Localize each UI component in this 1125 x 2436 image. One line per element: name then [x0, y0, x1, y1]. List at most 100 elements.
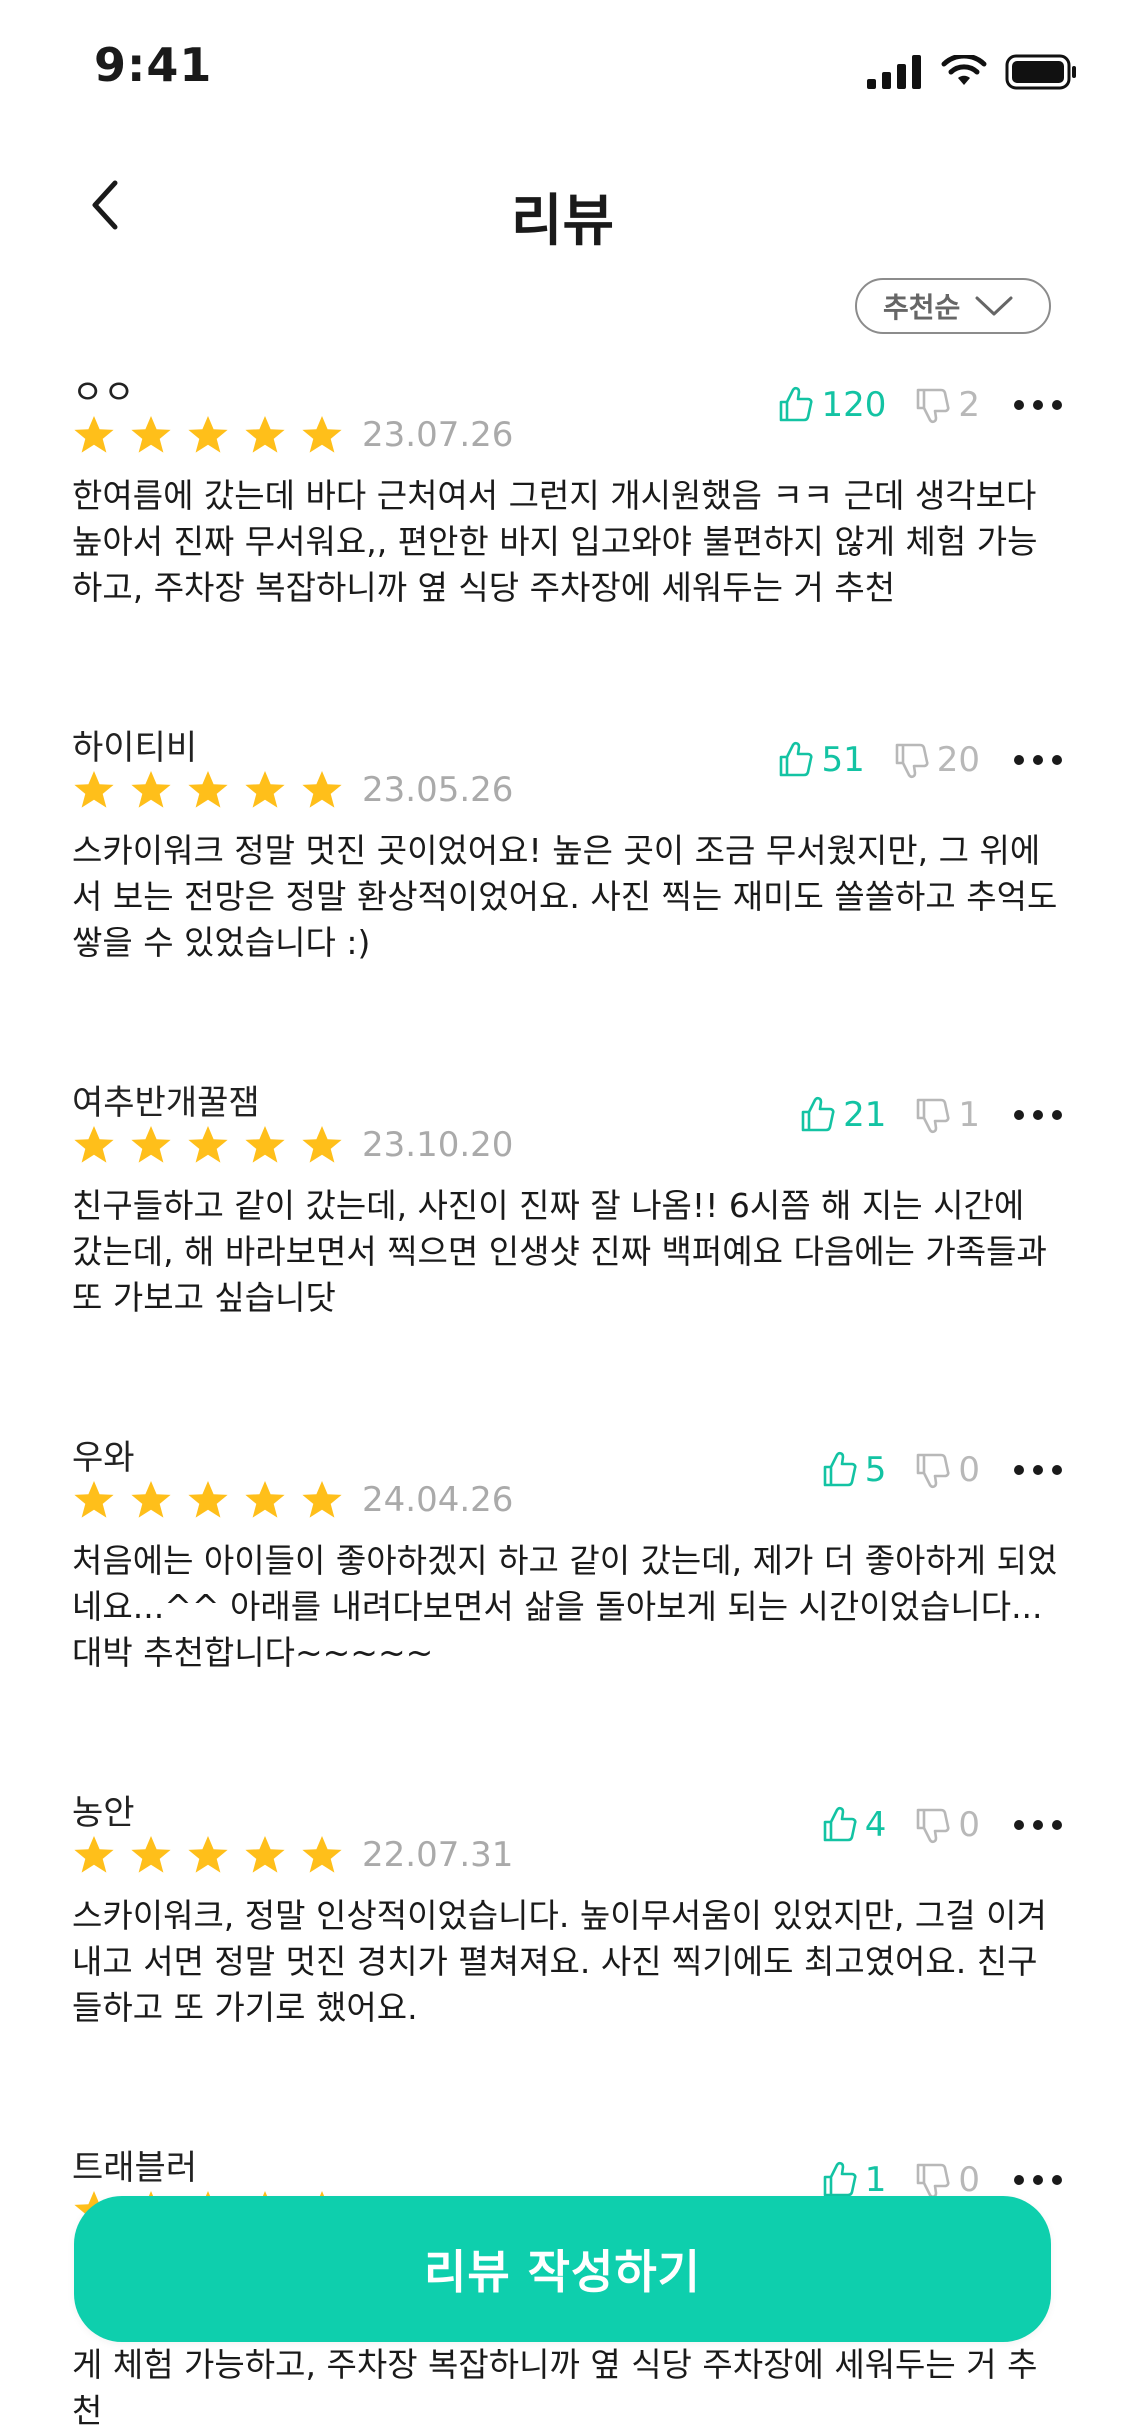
more-dot — [1052, 1110, 1062, 1120]
more-options-button[interactable] — [1014, 385, 1062, 425]
more-options-button[interactable] — [1014, 1450, 1062, 1490]
star-icon — [245, 1126, 285, 1163]
more-dot — [1052, 1820, 1062, 1830]
thumbs-down-icon — [917, 1098, 950, 1134]
thumbs-up-icon — [823, 1806, 857, 1842]
thumbs-down-icon — [917, 388, 950, 424]
dislike-count: 20 — [936, 740, 980, 780]
rating-stars — [72, 413, 344, 457]
review-text: 한여름에 갔는데 바다 근처여서 그런지 개시원했음 ㅋㅋ 근데 생각보다 높아… — [72, 476, 1038, 607]
dislike-button[interactable]: 1 — [912, 1095, 980, 1135]
more-dot — [1033, 755, 1043, 765]
reviewer-name: 여추반개꿀잼 — [72, 1083, 260, 1123]
dislike-button[interactable]: 2 — [912, 385, 980, 425]
star-icon — [245, 416, 285, 453]
review-actions: 120 2 — [775, 375, 1062, 435]
status-time: 9:41 — [94, 38, 213, 92]
rating-stars — [72, 1123, 344, 1167]
dislike-count: 0 — [958, 1805, 980, 1845]
star-icon — [74, 1126, 114, 1163]
dislike-count: 0 — [958, 2160, 980, 2200]
more-dot — [1014, 755, 1024, 765]
review-text-partial: 게 체험 가능하고, 주차장 복잡하니까 옆 식당 주차장에 세워두는 거 추천 — [72, 2345, 1038, 2430]
like-button[interactable]: 120 — [775, 385, 886, 425]
like-count: 120 — [821, 385, 887, 425]
thumbs-down-icon — [917, 2163, 950, 2199]
review-item: 하이티비 23.05.26 51 20 스카이워크 정말 멋진 곳이었어요! 높은 곳이… — [72, 720, 1062, 1000]
review-date: 23.10.20 — [362, 1125, 514, 1165]
thumbs-down-icon — [917, 1453, 950, 1489]
rating-stars — [72, 1833, 344, 1877]
star-icon — [188, 416, 228, 453]
more-dot — [1033, 400, 1043, 410]
review-date: 23.05.26 — [362, 770, 514, 810]
dislike-button[interactable]: 0 — [912, 1805, 980, 1845]
star-icon — [302, 1836, 342, 1873]
like-button[interactable]: 5 — [819, 1450, 887, 1490]
review-item: 농안 22.07.31 4 0 스카이워크, 정말 인상적이었습니다. 높이무서움이 있… — [72, 1785, 1062, 2065]
review-text: 친구들하고 같이 갔는데, 사진이 진짜 잘 나옴!! 6시쯤 해 지는 시간에… — [72, 1186, 1047, 1317]
like-button[interactable]: 51 — [775, 740, 865, 780]
more-options-button[interactable] — [1014, 740, 1062, 780]
review-date: 22.07.31 — [362, 1835, 514, 1875]
review-actions: 50 — [819, 1440, 1062, 1500]
like-button[interactable]: 21 — [797, 1095, 886, 1135]
star-icon — [302, 771, 342, 808]
dislike-count: 1 — [958, 1095, 980, 1135]
like-count: 5 — [864, 1450, 887, 1490]
star-icon — [188, 1836, 228, 1873]
reviewer-name: 트래블러 — [72, 2148, 198, 2188]
like-button[interactable]: 1 — [819, 2160, 886, 2200]
star-icon — [131, 1126, 171, 1163]
more-options-button[interactable] — [1014, 1805, 1062, 1845]
star-icon — [131, 1836, 171, 1873]
cellular-signal-icon — [867, 55, 921, 89]
star-icon — [74, 1836, 114, 1873]
status-bar: 9:41 — [0, 0, 1125, 140]
review-date: 24.04.26 — [362, 1480, 514, 1520]
more-dot — [1033, 1465, 1043, 1475]
more-options-button[interactable] — [1014, 1095, 1062, 1135]
dislike-button[interactable]: 0 — [912, 1450, 980, 1490]
more-dot — [1033, 2175, 1043, 2185]
nav-bar: 리뷰 — [0, 140, 1125, 300]
write-review-label: 리뷰 작성하기 — [424, 2245, 701, 2299]
star-icon — [188, 1481, 228, 1518]
star-icon — [245, 771, 285, 808]
review-text: 처음에는 아이들이 좋아하겠지 하고 같이 갔는데, 제가 더 좋아하게 되었네… — [72, 1541, 1058, 1672]
wifi-icon — [941, 55, 987, 85]
dislike-count: 2 — [958, 385, 980, 425]
like-count: 4 — [864, 1805, 887, 1845]
review-item: 여추반개꿀잼 23.10.20 21 1 친구들하고 같이 갔는데, 사진이 진짜 잘 … — [72, 1075, 1062, 1355]
more-dot — [1052, 1465, 1062, 1475]
star-icon — [131, 416, 171, 453]
review-actions: 51 20 — [775, 730, 1062, 790]
like-button[interactable]: 4 — [819, 1805, 887, 1845]
more-options-button[interactable] — [1014, 2160, 1062, 2200]
thumbs-up-icon — [780, 741, 814, 777]
more-dot — [1052, 2175, 1062, 2185]
dislike-button[interactable]: 20 — [891, 740, 980, 780]
star-icon — [245, 1481, 285, 1518]
more-dot — [1052, 400, 1062, 410]
like-count: 21 — [843, 1095, 887, 1135]
review-actions: 40 — [819, 1795, 1062, 1855]
star-icon — [302, 416, 342, 453]
review-text: 스카이워크 정말 멋진 곳이었어요! 높은 곳이 조금 무서웠지만, 그 위에서… — [72, 831, 1058, 962]
thumbs-down-icon — [895, 743, 929, 779]
reviewer-name: ㅇㅇ — [72, 373, 135, 413]
star-icon — [188, 1126, 228, 1163]
dislike-count: 0 — [958, 1450, 980, 1490]
reviewer-name: 하이티비 — [72, 728, 198, 768]
write-review-button[interactable]: 리뷰 작성하기 — [74, 2196, 1051, 2342]
thumbs-down-icon — [917, 1808, 950, 1844]
dislike-button[interactable]: 0 — [912, 2160, 980, 2200]
star-icon — [245, 1836, 285, 1873]
reviewer-name: 농안 — [72, 1793, 135, 1833]
more-dot — [1014, 400, 1024, 410]
status-icons — [867, 52, 1077, 92]
reviewer-name: 우와 — [72, 1438, 135, 1478]
rating-stars — [72, 1478, 344, 1522]
sort-dropdown[interactable]: 추천순 — [855, 278, 1051, 334]
star-icon — [188, 771, 228, 808]
